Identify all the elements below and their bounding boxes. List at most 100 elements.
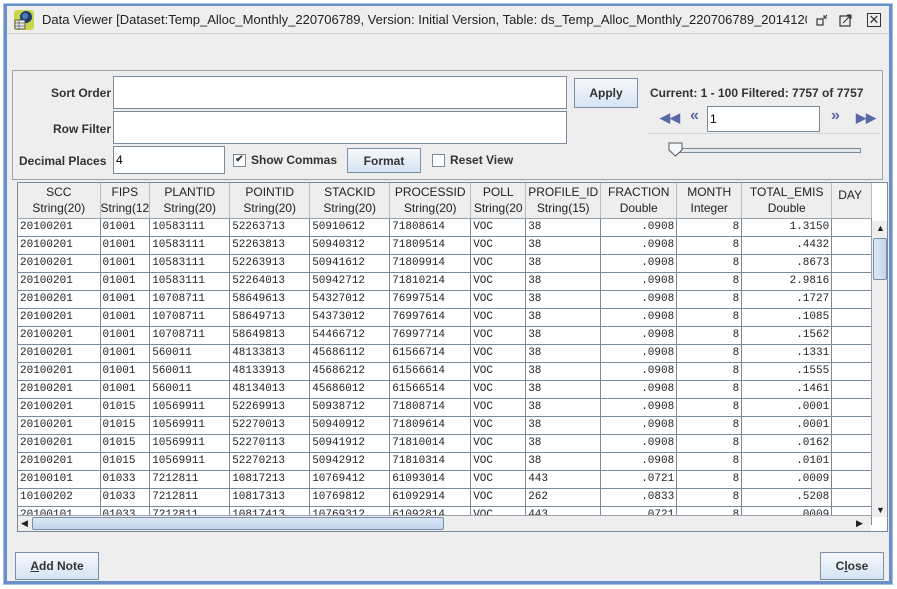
table-cell[interactable]: 443 [525, 470, 602, 489]
table-cell[interactable]: 38 [525, 218, 602, 237]
table-cell[interactable]: 10569911 [149, 398, 231, 417]
table-cell[interactable]: .1562 [741, 326, 833, 345]
table-cell[interactable]: 71808614 [389, 218, 472, 237]
table-cell[interactable]: .1331 [741, 344, 833, 363]
table-cell[interactable]: 01015 [100, 434, 151, 453]
table-cell[interactable]: 54466712 [309, 326, 391, 345]
table-row[interactable]: 10100202 01033 7212811 10817313 10769812 6109… [18, 488, 873, 507]
table-cell[interactable]: .0908 [600, 272, 678, 291]
next-page-icon[interactable]: » [831, 107, 840, 125]
page-slider-track[interactable] [672, 148, 861, 153]
table-cell[interactable]: VOC [470, 326, 527, 345]
table-cell[interactable]: 61092914 [389, 488, 472, 507]
vertical-scroll-thumb[interactable] [873, 238, 887, 280]
table-cell[interactable]: 560011 [149, 362, 231, 381]
table-row[interactable]: 20100201 01015 10569911 52270113 50941912 718… [18, 434, 873, 453]
column-header-plantid[interactable]: PLANTID String(20) [149, 183, 231, 219]
table-cell[interactable]: .4432 [741, 236, 833, 255]
table-cell[interactable]: 52269913 [229, 398, 311, 417]
table-cell[interactable]: 8 [676, 272, 743, 291]
scroll-down-icon[interactable]: ▼ [876, 505, 885, 515]
table-cell[interactable]: VOC [470, 488, 527, 507]
table-cell[interactable]: .0908 [600, 380, 678, 399]
table-cell[interactable]: 20100201 [18, 344, 101, 363]
table-cell[interactable]: 71809514 [389, 236, 472, 255]
table-cell[interactable]: .0009 [741, 470, 833, 489]
table-cell[interactable] [831, 254, 873, 273]
table-cell[interactable]: 38 [525, 272, 602, 291]
table-cell[interactable]: 8 [676, 452, 743, 471]
table-cell[interactable]: .1727 [741, 290, 833, 309]
table-cell[interactable]: 8 [676, 290, 743, 309]
decimal-places-input[interactable]: 4 [113, 146, 225, 174]
table-cell[interactable] [831, 398, 873, 417]
table-cell[interactable]: 50940912 [309, 416, 391, 435]
table-cell[interactable]: 01033 [100, 470, 151, 489]
table-row[interactable]: 20100201 01001 10583111 52264013 50942712 718… [18, 272, 873, 291]
table-cell[interactable]: .0908 [600, 326, 678, 345]
table-row[interactable]: 20100201 01015 10569911 52269913 50938712 718… [18, 398, 873, 417]
table-cell[interactable] [831, 308, 873, 327]
table-cell[interactable]: 10708711 [149, 290, 231, 309]
table-cell[interactable]: 52270113 [229, 434, 311, 453]
table-cell[interactable]: 8 [676, 344, 743, 363]
table-cell[interactable]: 38 [525, 416, 602, 435]
column-header-pointid[interactable]: POINTID String(20) [229, 183, 311, 219]
previous-page-icon[interactable]: « [690, 107, 699, 125]
table-cell[interactable]: 20100201 [18, 362, 101, 381]
table-cell[interactable]: .0721 [600, 470, 678, 489]
table-cell[interactable]: .1085 [741, 308, 833, 327]
column-header-stackid[interactable]: STACKID String(20) [309, 183, 391, 219]
table-cell[interactable]: 71809614 [389, 416, 472, 435]
table-cell[interactable]: 10569911 [149, 416, 231, 435]
table-cell[interactable]: .0908 [600, 218, 678, 237]
table-cell[interactable] [831, 326, 873, 345]
table-cell[interactable]: 10583111 [149, 236, 231, 255]
scroll-up-icon[interactable]: ▲ [876, 223, 885, 233]
scroll-left-icon[interactable]: ◀ [21, 518, 28, 529]
table-cell[interactable]: 52263813 [229, 236, 311, 255]
table-cell[interactable]: 2.9816 [741, 272, 833, 291]
table-row[interactable]: 20100201 01001 10583111 52263913 50941612 718… [18, 254, 873, 273]
table-cell[interactable]: 76997714 [389, 326, 472, 345]
table-cell[interactable] [831, 488, 873, 507]
table-cell[interactable]: 10817213 [229, 470, 311, 489]
table-cell[interactable]: .0162 [741, 434, 833, 453]
table-cell[interactable]: .0101 [741, 452, 833, 471]
table-cell[interactable]: 1.3150 [741, 218, 833, 237]
sort-order-input[interactable] [113, 76, 567, 109]
table-cell[interactable]: 10708711 [149, 308, 231, 327]
minimize-icon[interactable] [813, 11, 831, 29]
table-cell[interactable]: 8 [676, 236, 743, 255]
close-button[interactable]: Close [820, 552, 884, 580]
table-cell[interactable]: 01001 [100, 290, 151, 309]
table-cell[interactable]: 01001 [100, 380, 151, 399]
table-cell[interactable]: 48133913 [229, 362, 311, 381]
reset-view-checkbox[interactable]: Reset View [432, 153, 513, 167]
table-cell[interactable]: VOC [470, 434, 527, 453]
table-cell[interactable]: 10769812 [309, 488, 391, 507]
table-cell[interactable]: 38 [525, 236, 602, 255]
table-cell[interactable]: .0908 [600, 362, 678, 381]
table-cell[interactable]: 76997614 [389, 308, 472, 327]
table-cell[interactable]: .0908 [600, 344, 678, 363]
table-cell[interactable]: 560011 [149, 380, 231, 399]
table-cell[interactable]: VOC [470, 272, 527, 291]
table-cell[interactable]: 52263913 [229, 254, 311, 273]
table-cell[interactable]: 76997514 [389, 290, 472, 309]
table-cell[interactable]: VOC [470, 362, 527, 381]
table-cell[interactable]: 10583111 [149, 254, 231, 273]
table-cell[interactable]: 01001 [100, 344, 151, 363]
table-row[interactable]: 20100201 01001 10708711 58649613 54327012 769… [18, 290, 873, 309]
table-cell[interactable]: 20100101 [18, 470, 101, 489]
table-cell[interactable]: .0001 [741, 398, 833, 417]
table-cell[interactable] [831, 380, 873, 399]
table-cell[interactable]: 50941912 [309, 434, 391, 453]
table-cell[interactable]: 71810014 [389, 434, 472, 453]
table-cell[interactable]: 38 [525, 290, 602, 309]
table-cell[interactable]: 48134013 [229, 380, 311, 399]
table-cell[interactable]: 01001 [100, 218, 151, 237]
table-cell[interactable]: 58649813 [229, 326, 311, 345]
table-cell[interactable]: 20100201 [18, 308, 101, 327]
table-cell[interactable]: VOC [470, 416, 527, 435]
